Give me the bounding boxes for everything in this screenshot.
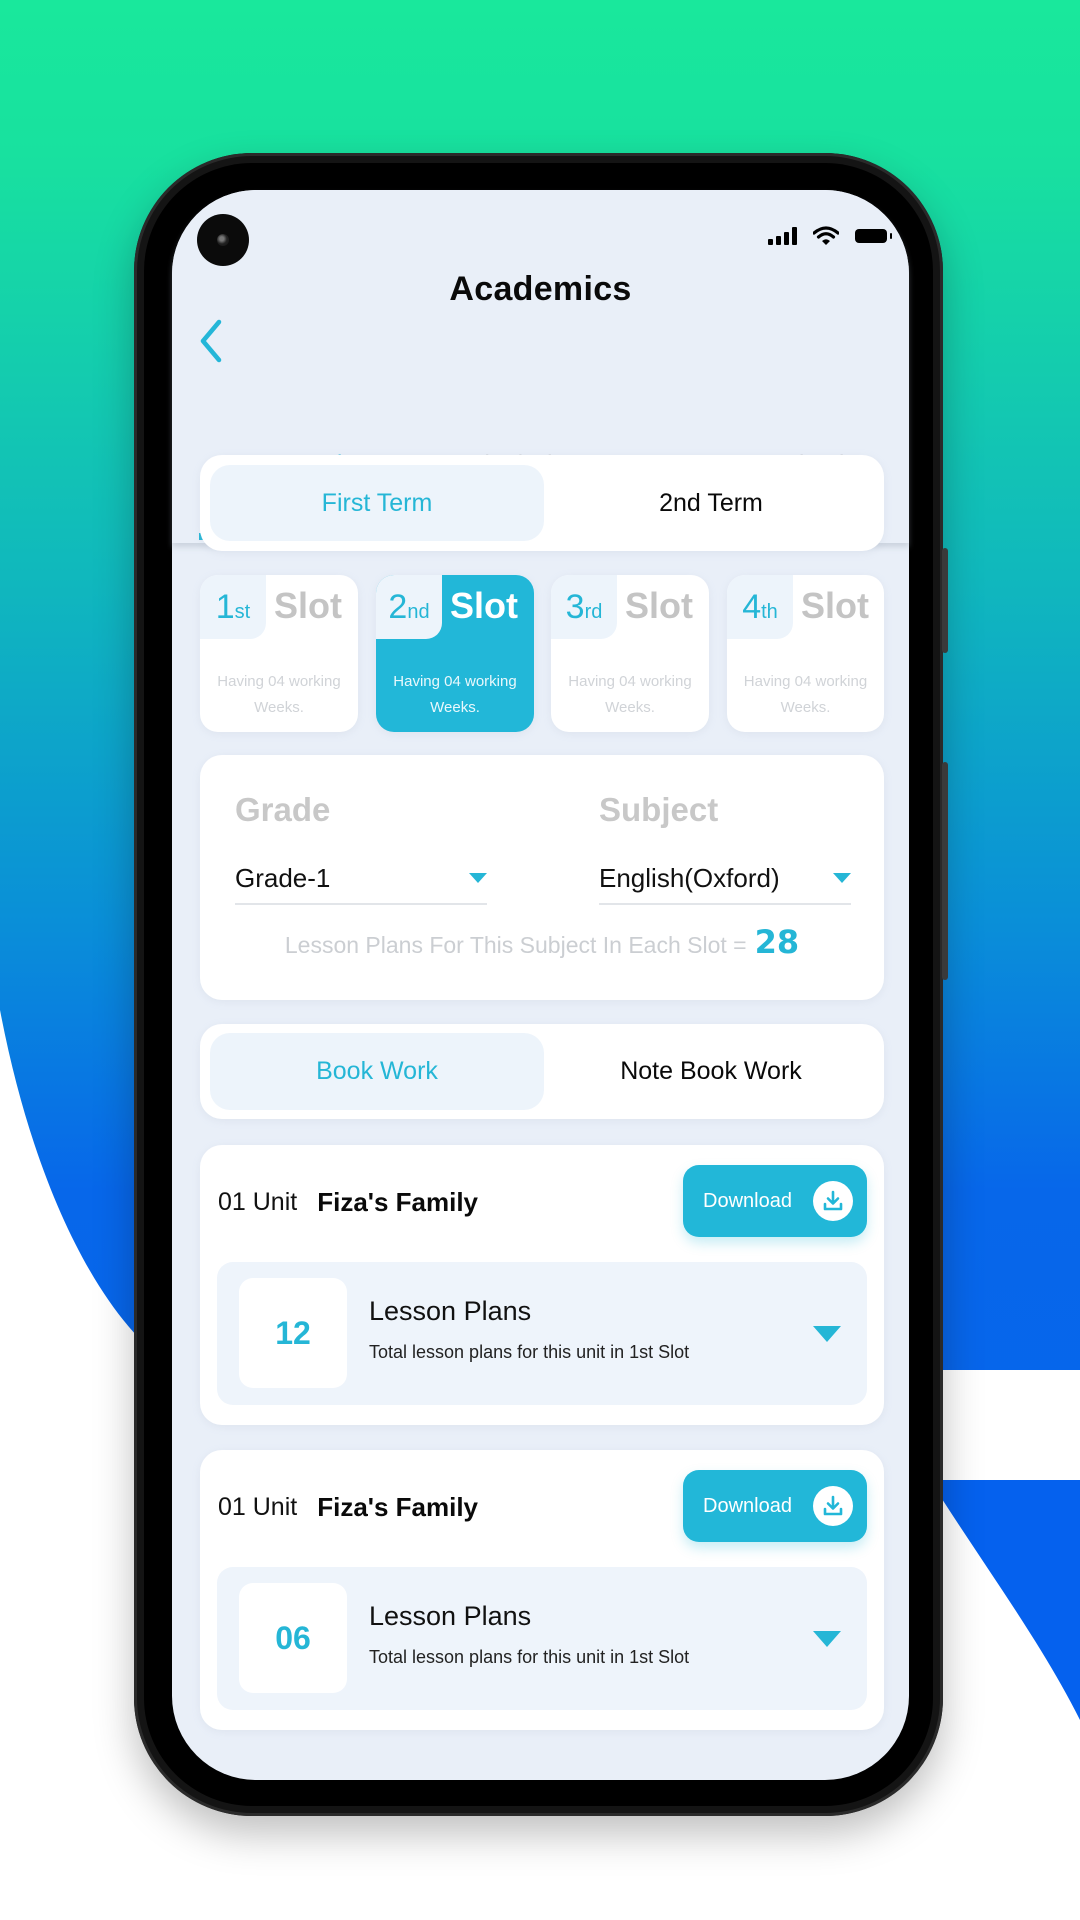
lesson-plans-title: Lesson Plans bbox=[369, 1296, 532, 1326]
subject-label: Subject bbox=[599, 791, 719, 828]
expand-caret-icon[interactable] bbox=[813, 1631, 841, 1647]
page-title: Academics bbox=[449, 270, 632, 308]
note-book-work-button[interactable]: Note Book Work bbox=[544, 1033, 878, 1110]
slot-number: 2 bbox=[388, 587, 408, 626]
back-button[interactable] bbox=[197, 318, 227, 364]
background-blue-wedge bbox=[930, 1480, 1080, 1720]
filter-card: Grade Grade-1 Subject English(Oxford) Le… bbox=[200, 755, 884, 1000]
signal-icon bbox=[768, 227, 797, 245]
summary-row: Lesson Plans For This Subject In Each Sl… bbox=[200, 923, 884, 961]
slot-description: Having 04 working Weeks. bbox=[382, 669, 528, 721]
slot-desc-line2: Weeks. bbox=[430, 699, 480, 716]
slot-card-3[interactable]: 3rd Slot Having 04 working Weeks. bbox=[551, 575, 709, 732]
slot-desc-line1: Having 04 working bbox=[393, 673, 517, 690]
lesson-plans-title: Lesson Plans bbox=[369, 1601, 532, 1631]
subject-underline bbox=[599, 903, 851, 905]
grade-value: Grade-1 bbox=[235, 863, 331, 893]
slot-description: Having 04 working Weeks. bbox=[733, 669, 878, 721]
slot-desc-line2: Weeks. bbox=[605, 699, 655, 716]
front-camera bbox=[197, 214, 249, 266]
unit-card: 01 Unit Fiza's Family Download 12 Lesson… bbox=[200, 1145, 884, 1425]
lesson-plans-subtitle: Total lesson plans for this unit in 1st … bbox=[369, 1342, 690, 1362]
slot-desc-line2: Weeks. bbox=[780, 699, 831, 716]
wifi-icon bbox=[813, 226, 839, 245]
slot-card-2[interactable]: 2nd Slot Having 04 working Weeks. bbox=[376, 575, 534, 732]
slot-badge: 2nd bbox=[376, 575, 442, 639]
slot-description: Having 04 working Weeks. bbox=[206, 669, 352, 721]
slot-suffix: st bbox=[234, 600, 251, 623]
lesson-plan-count: 06 bbox=[239, 1583, 347, 1693]
expand-caret-icon[interactable] bbox=[813, 1326, 841, 1342]
slot-desc-line2: Weeks. bbox=[254, 699, 304, 716]
unit-heading: 01 Unit Fiza's Family bbox=[218, 1492, 478, 1523]
unit-card: 01 Unit Fiza's Family Download 06 Lesson… bbox=[200, 1450, 884, 1730]
download-icon bbox=[813, 1486, 853, 1526]
slot-label: Slot bbox=[801, 585, 869, 626]
download-label: Download bbox=[703, 1494, 792, 1517]
lesson-plans-row[interactable]: 12 Lesson Plans Total lesson plans for t… bbox=[217, 1262, 867, 1405]
unit-name: Fiza's Family bbox=[317, 1492, 479, 1522]
download-button[interactable]: Download bbox=[683, 1470, 867, 1542]
book-work-button[interactable]: Book Work bbox=[210, 1033, 544, 1110]
grade-label: Grade bbox=[235, 791, 331, 828]
unit-number: 01 Unit bbox=[218, 1188, 298, 1216]
slot-label: Slot bbox=[450, 585, 518, 626]
caret-down-icon bbox=[469, 873, 487, 883]
unit-number: 01 Unit bbox=[218, 1493, 298, 1521]
caret-down-icon bbox=[833, 873, 851, 883]
term-first-button[interactable]: First Term bbox=[210, 465, 544, 541]
battery-icon bbox=[855, 229, 892, 243]
term-selector: First Term 2nd Term bbox=[200, 455, 884, 551]
grade-underline bbox=[235, 903, 487, 905]
slot-suffix: rd bbox=[584, 600, 603, 623]
slot-desc-line1: Having 04 working bbox=[568, 673, 692, 690]
summary-text: Lesson Plans For This Subject In Each Sl… bbox=[284, 932, 747, 958]
lesson-plan-count: 12 bbox=[239, 1278, 347, 1388]
slot-badge: 1st bbox=[200, 575, 266, 639]
work-type-selector: Book Work Note Book Work bbox=[200, 1024, 884, 1119]
download-label: Download bbox=[703, 1189, 792, 1212]
slot-suffix: nd bbox=[407, 600, 430, 623]
download-icon bbox=[813, 1181, 853, 1221]
slot-badge: 3rd bbox=[551, 575, 617, 639]
slot-badge: 4th bbox=[727, 575, 793, 639]
slot-label: Slot bbox=[625, 585, 693, 626]
unit-heading: 01 Unit Fiza's Family bbox=[218, 1187, 478, 1218]
subject-dropdown[interactable]: English(Oxford) bbox=[599, 855, 851, 905]
slot-number: 4 bbox=[742, 587, 762, 626]
subject-value: English(Oxford) bbox=[599, 863, 780, 893]
slot-card-4[interactable]: 4th Slot Having 04 working Weeks. bbox=[727, 575, 884, 732]
slot-number: 1 bbox=[215, 587, 235, 626]
slot-suffix: th bbox=[761, 600, 778, 623]
slot-desc-line1: Having 04 working bbox=[743, 673, 868, 690]
grade-dropdown[interactable]: Grade-1 bbox=[235, 855, 487, 905]
term-second-button[interactable]: 2nd Term bbox=[544, 465, 878, 541]
summary-count: 28 bbox=[754, 923, 800, 961]
phone-volume-button bbox=[942, 548, 948, 653]
status-bar bbox=[768, 226, 892, 246]
slot-desc-line1: Having 04 working bbox=[217, 673, 341, 690]
lesson-plans-row[interactable]: 06 Lesson Plans Total lesson plans for t… bbox=[217, 1567, 867, 1710]
slot-number: 3 bbox=[565, 587, 585, 626]
slot-description: Having 04 working Weeks. bbox=[557, 669, 703, 721]
download-button[interactable]: Download bbox=[683, 1165, 867, 1237]
chevron-left-icon bbox=[200, 319, 222, 363]
slot-card-1[interactable]: 1st Slot Having 04 working Weeks. bbox=[200, 575, 358, 732]
phone-power-button bbox=[942, 762, 948, 980]
slot-label: Slot bbox=[274, 585, 342, 626]
unit-name: Fiza's Family bbox=[317, 1187, 479, 1217]
lesson-plans-subtitle: Total lesson plans for this unit in 1st … bbox=[369, 1647, 690, 1667]
